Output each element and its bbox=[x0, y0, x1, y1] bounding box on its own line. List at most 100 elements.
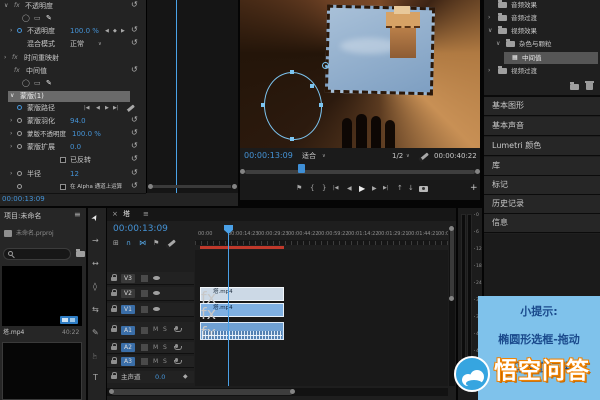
reset-icon[interactable]: ↺ bbox=[131, 129, 138, 137]
sync-lock-icon[interactable] bbox=[141, 306, 148, 313]
kf-next-icon[interactable]: ▶ bbox=[121, 29, 125, 34]
hscroll-handle-left[interactable] bbox=[109, 389, 114, 394]
mask-handle-bottom[interactable] bbox=[290, 137, 294, 141]
caret-down-icon[interactable]: ∨ bbox=[10, 93, 14, 99]
track-prev-icon[interactable]: ◀ bbox=[96, 106, 100, 111]
lock-icon[interactable] bbox=[111, 308, 117, 312]
rect-mask-icon[interactable]: ▭ bbox=[34, 15, 41, 22]
effects-item-noise-grain[interactable]: 杂色与颗粒 bbox=[519, 41, 552, 48]
solo-button[interactable]: S bbox=[163, 327, 167, 333]
button-editor-plus-icon[interactable]: + bbox=[470, 184, 478, 193]
go-to-out-icon[interactable]: ▶| bbox=[383, 186, 389, 191]
add-marker-icon[interactable]: ⚑ bbox=[153, 240, 159, 247]
voiceover-mic-icon[interactable] bbox=[175, 326, 178, 330]
track-next-icon[interactable]: ▶ bbox=[105, 106, 109, 111]
track-label-v2[interactable]: V2 bbox=[121, 289, 135, 298]
alpha-checkbox[interactable] bbox=[60, 184, 66, 190]
dropdown-icon[interactable]: ∨ bbox=[406, 154, 410, 159]
caret-right-icon[interactable]: › bbox=[488, 15, 490, 21]
stopwatch-icon[interactable] bbox=[17, 131, 22, 136]
reset-icon[interactable]: ↺ bbox=[131, 66, 138, 74]
caret-right-icon[interactable]: › bbox=[10, 171, 12, 177]
lock-icon[interactable] bbox=[111, 346, 117, 350]
playback-resolution-select[interactable]: 1/2 bbox=[392, 153, 403, 160]
track-header-a1[interactable]: A1 M S bbox=[107, 322, 194, 340]
tab-libraries[interactable]: 库 bbox=[484, 157, 600, 176]
project-search-input[interactable] bbox=[3, 248, 71, 260]
reset-icon[interactable]: ↺ bbox=[131, 142, 138, 150]
ripple-edit-tool-icon[interactable]: ↔ bbox=[92, 260, 99, 268]
track-label-a1[interactable]: A1 bbox=[121, 326, 135, 335]
project-thumbnail-2[interactable] bbox=[2, 342, 82, 400]
timeline-ruler[interactable]: 00:00 00:00:14:23 00:00:29:23 00:00:44:2… bbox=[195, 228, 448, 245]
effects-item-median-selected[interactable]: ▦ 中间值 bbox=[504, 52, 598, 64]
inverted-checkbox[interactable] bbox=[60, 157, 66, 163]
timeline-timecode[interactable]: 00:00:13:09 bbox=[113, 225, 168, 234]
stopwatch-icon[interactable] bbox=[17, 28, 22, 33]
sync-lock-icon[interactable] bbox=[141, 327, 148, 334]
caret-down-icon[interactable]: ∨ bbox=[4, 3, 8, 9]
reset-icon[interactable]: ↺ bbox=[131, 116, 138, 124]
mark-in-icon[interactable]: { bbox=[310, 185, 314, 192]
step-forward-icon[interactable]: ▶ bbox=[372, 186, 377, 192]
pm-zoom-handle-right[interactable] bbox=[475, 169, 480, 174]
lift-icon[interactable]: ↑ bbox=[397, 185, 403, 192]
dropdown-icon[interactable]: ∨ bbox=[322, 154, 326, 159]
track-visibility-eye-icon[interactable] bbox=[153, 276, 160, 280]
sync-lock-icon[interactable] bbox=[141, 344, 148, 351]
type-tool-icon[interactable]: T bbox=[93, 374, 98, 382]
track-first-icon[interactable]: |◀ bbox=[84, 106, 90, 111]
extract-icon[interactable]: ↓ bbox=[408, 185, 414, 192]
reset-icon[interactable]: ↺ bbox=[131, 155, 138, 163]
delete-trash-icon[interactable] bbox=[586, 83, 593, 90]
lock-icon[interactable] bbox=[111, 360, 117, 364]
reset-icon[interactable]: ↺ bbox=[131, 39, 138, 47]
mute-button[interactable]: M bbox=[153, 345, 158, 351]
track-visibility-eye-icon[interactable] bbox=[153, 307, 160, 311]
master-keyframe-icon[interactable]: ◆ bbox=[183, 374, 188, 380]
sync-lock-icon[interactable] bbox=[141, 275, 148, 282]
mark-out-icon[interactable]: } bbox=[322, 185, 326, 192]
ec-playhead[interactable] bbox=[176, 0, 177, 193]
lock-icon[interactable] bbox=[111, 375, 117, 379]
radius-value[interactable]: 12 bbox=[70, 171, 79, 178]
sync-lock-icon[interactable] bbox=[141, 358, 148, 365]
mask-handle-left[interactable] bbox=[261, 103, 265, 107]
linked-selection-icon[interactable]: ⋈ bbox=[139, 240, 146, 247]
mute-button[interactable]: M bbox=[153, 327, 158, 333]
sequence-tab[interactable]: 塔 bbox=[123, 211, 130, 218]
program-timecode[interactable]: 00:00:13:09 bbox=[244, 152, 293, 160]
effects-item-video-effects[interactable]: 视频效果 bbox=[511, 28, 537, 35]
track-header-v3[interactable]: V3 bbox=[107, 272, 194, 285]
zoom-level-select[interactable]: 适合 bbox=[302, 153, 316, 160]
stopwatch-icon[interactable] bbox=[17, 118, 22, 123]
lock-icon[interactable] bbox=[111, 277, 117, 281]
tab-markers[interactable]: 标记 bbox=[484, 176, 600, 195]
snap-magnet-icon[interactable]: ∩ bbox=[126, 240, 131, 247]
track-label-v3[interactable]: V3 bbox=[121, 274, 135, 283]
stopwatch-icon[interactable] bbox=[17, 171, 22, 176]
ec-zoom-handle-right[interactable] bbox=[232, 184, 237, 189]
reset-icon[interactable]: ↺ bbox=[131, 169, 138, 177]
pen-mask-icon[interactable]: ✎ bbox=[46, 80, 52, 87]
track-header-v2[interactable]: V2 bbox=[107, 287, 194, 301]
insert-nest-icon[interactable]: ⊞ bbox=[113, 240, 119, 247]
track-label-v1[interactable]: V1 bbox=[121, 305, 135, 314]
track-label-a3[interactable]: A3 bbox=[121, 357, 135, 366]
mask-handle-top[interactable] bbox=[290, 70, 294, 74]
tab-lumetri-color[interactable]: Lumetri 颜色 bbox=[484, 137, 600, 156]
pm-scrollbar[interactable] bbox=[245, 170, 475, 174]
kf-add-icon[interactable]: ◆ bbox=[113, 29, 117, 34]
step-back-icon[interactable]: ◀ bbox=[347, 186, 352, 192]
stopwatch-icon[interactable] bbox=[17, 144, 22, 149]
effects-item-audio-effects[interactable]: 音频效果 bbox=[511, 2, 537, 9]
rect-mask-icon[interactable]: ▭ bbox=[34, 80, 41, 87]
stopwatch-icon[interactable] bbox=[17, 184, 22, 189]
effect-controls-timecode[interactable]: 00:00:13:09 bbox=[2, 196, 45, 203]
play-icon[interactable]: ▶ bbox=[359, 185, 365, 193]
tracking-options-wrench-icon[interactable] bbox=[126, 104, 135, 112]
track-header-a3[interactable]: A3 M S bbox=[107, 356, 194, 368]
selection-tool-icon[interactable]: ➤ bbox=[90, 213, 100, 223]
tab-history[interactable]: 历史记录 bbox=[484, 195, 600, 214]
tab-essential-sound[interactable]: 基本声音 bbox=[484, 117, 600, 136]
